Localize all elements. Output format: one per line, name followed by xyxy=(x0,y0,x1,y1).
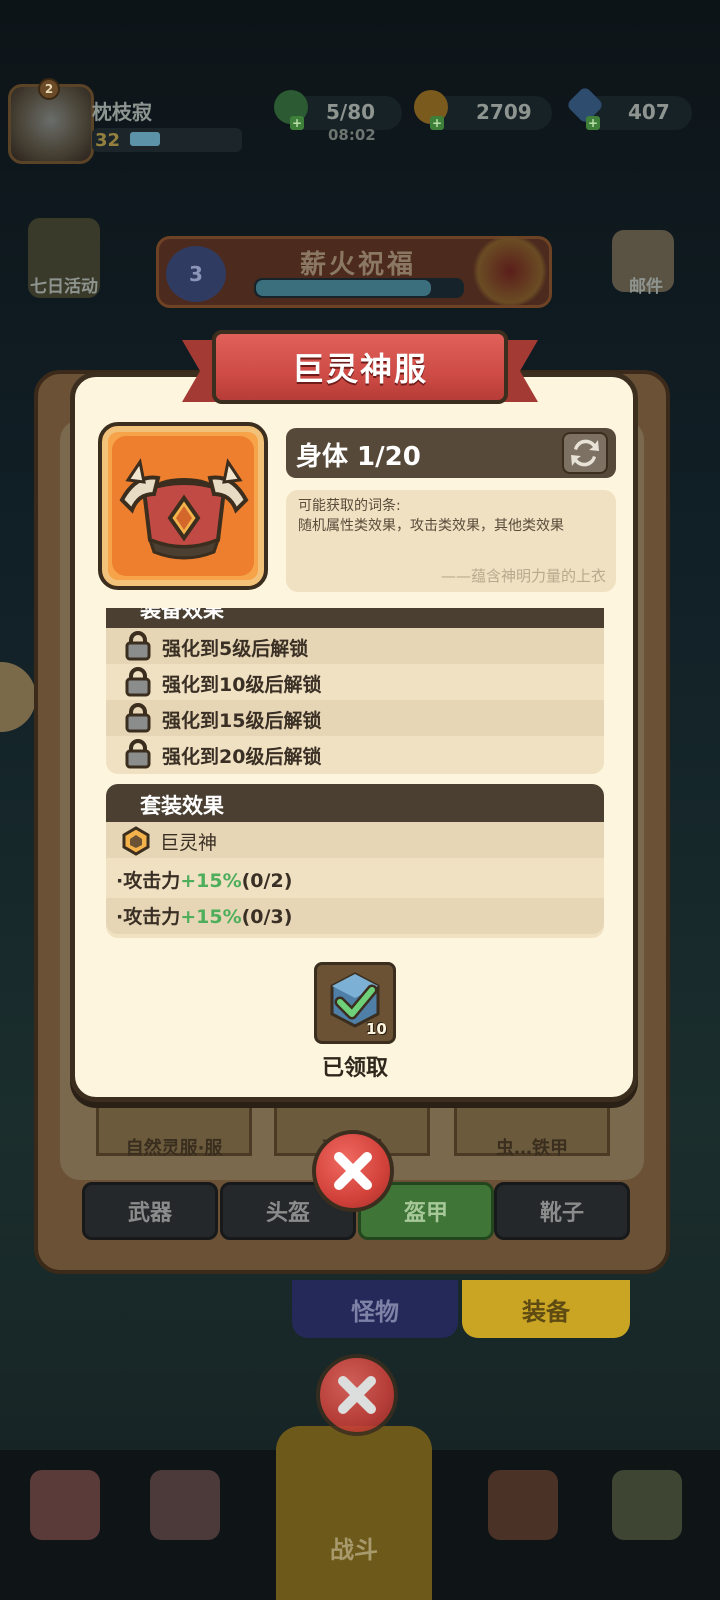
fight-button[interactable] xyxy=(276,1426,432,1600)
blessing-progress-fill xyxy=(256,280,431,296)
set-bonus-count: (0/3) xyxy=(241,906,293,928)
tab-monster[interactable]: 怪物 xyxy=(292,1280,458,1338)
add-gold-button[interactable]: + xyxy=(430,116,444,130)
set-name: 巨灵神 xyxy=(160,832,218,854)
modal-title: 巨灵神服 xyxy=(291,350,428,388)
equip-effects-header: 装备效果 xyxy=(106,608,604,628)
swap-button[interactable] xyxy=(562,432,608,474)
stamina-timer: 08:02 xyxy=(328,126,376,144)
shop-cat-icon[interactable] xyxy=(30,1470,100,1540)
set-bonus-count: (0/2) xyxy=(241,870,293,892)
tab-boots[interactable]: 靴子 xyxy=(494,1182,630,1240)
armor-icon xyxy=(119,458,249,560)
set-bonus-value: +15% xyxy=(180,906,242,928)
blessing-level-badge: 3 xyxy=(166,246,226,302)
fight-label: 战斗 xyxy=(330,1536,378,1564)
tab-weapon[interactable]: 武器 xyxy=(82,1182,218,1240)
player-name: 枕枝寂 xyxy=(92,100,152,124)
equip-effect-label: 强化到5级后解锁 xyxy=(162,638,309,660)
set-bonus-text: ·攻击力+15%(0/3) xyxy=(116,902,292,929)
item-flavor-text: ——蕴含神明力量的上衣 xyxy=(440,567,606,585)
blessing-title: 薪火祝福 xyxy=(300,250,417,280)
possible-affixes-list: 随机属性类效果，攻击类效果，其他类效果 xyxy=(298,518,564,534)
heroes-icon[interactable] xyxy=(150,1470,220,1540)
equip-effect-label: 强化到10级后解锁 xyxy=(162,674,322,696)
gold-value: 2709 xyxy=(476,100,532,124)
mail-label: 邮件 xyxy=(629,277,663,297)
add-stamina-button[interactable]: + xyxy=(290,116,304,130)
equip-effect-label: 强化到20级后解锁 xyxy=(162,746,322,768)
swap-arrows-icon xyxy=(571,439,599,467)
set-bonus-text: ·攻击力+15%(0/2) xyxy=(116,866,292,893)
ship-icon[interactable] xyxy=(488,1470,558,1540)
equip-effects-title: 装备效果 xyxy=(140,608,224,622)
add-gem-button[interactable]: + xyxy=(586,116,600,130)
equipment-card-label: 自然灵服·服 xyxy=(125,1138,223,1159)
set-bonus-stat: ·攻击力 xyxy=(116,906,181,928)
slot-level-label: 身体 1/20 xyxy=(296,442,421,472)
reward-count: 10 xyxy=(366,1020,387,1038)
stamina-value: 5/80 xyxy=(326,100,376,124)
close-icon[interactable] xyxy=(312,1130,394,1212)
equipment-card-label: 虫…铁甲 xyxy=(496,1138,568,1159)
reward-claimed-label: 已领取 xyxy=(321,1056,388,1081)
map-scroll-icon[interactable] xyxy=(612,1470,682,1540)
lock-icon xyxy=(125,703,151,733)
set-bonus-stat: ·攻击力 xyxy=(116,870,181,892)
level-progress-fill xyxy=(130,132,160,146)
set-bonus-value: +15% xyxy=(180,870,242,892)
gem-value: 407 xyxy=(628,100,670,124)
player-level: 32 xyxy=(95,130,121,151)
item-description: 可能获取的词条: 随机属性类效果，攻击类效果，其他类效果 xyxy=(298,496,608,536)
seven-day-event-label: 七日活动 xyxy=(30,277,98,297)
possible-affixes-label: 可能获取的词条: xyxy=(298,498,401,514)
blessing-reward-icon[interactable] xyxy=(470,236,550,306)
set-effects-title: 套装效果 xyxy=(140,794,224,818)
equip-effect-label: 强化到15级后解锁 xyxy=(162,710,322,732)
lock-icon xyxy=(125,631,151,661)
avatar-rank-badge: 2 xyxy=(38,78,60,100)
tab-equipment[interactable]: 装备 xyxy=(462,1280,630,1338)
close-icon[interactable] xyxy=(316,1354,398,1436)
modal-title-ribbon: 巨灵神服 xyxy=(212,330,508,404)
lock-icon xyxy=(125,667,151,697)
lock-icon xyxy=(125,739,151,769)
set-hexagon-icon xyxy=(122,826,150,856)
